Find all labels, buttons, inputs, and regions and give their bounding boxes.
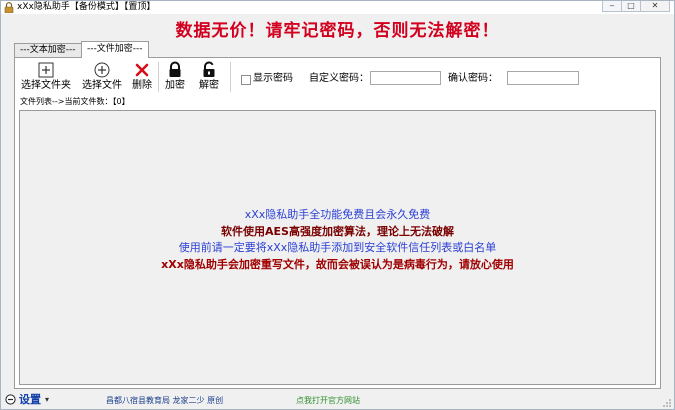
maximize-button[interactable]: □ xyxy=(621,1,641,12)
lock-app-icon xyxy=(4,2,14,13)
notice-aes: 软件使用AES高强度加密算法，理论上无法破解 xyxy=(221,225,454,238)
unlock-icon xyxy=(203,61,215,77)
encrypt-button[interactable]: 加密 xyxy=(163,61,187,92)
file-encrypt-panel: 选择文件夹 选择文件 删除 加密 解密 显示密码 自定义密码： 确认密码： 文件… xyxy=(14,57,661,389)
title-bar[interactable]: xXx隐私助手【备份模式】【置顶】 ‒ □ ✕ xyxy=(1,1,674,14)
confirm-password-label: 确认密码： xyxy=(448,73,498,84)
show-password-label: 显示密码 xyxy=(253,73,293,84)
minimize-button[interactable]: ‒ xyxy=(602,1,622,12)
warning-slogan: 数据无价！请牢记密码，否则无法解密！ xyxy=(175,21,500,41)
decrypt-button[interactable]: 解密 xyxy=(197,61,221,92)
window-controls: ‒ □ ✕ xyxy=(602,1,670,13)
footer-bar: 设置 ▾ 昌都八宿县教育局 龙家二少 原创 点我打开官方网站 xyxy=(1,391,674,409)
custom-password-input[interactable] xyxy=(370,71,441,85)
tab-file-encrypt[interactable]: ---文件加密--- xyxy=(81,41,149,58)
close-button[interactable]: ✕ xyxy=(640,1,670,12)
show-password-checkbox[interactable] xyxy=(241,75,251,85)
app-window: xXx隐私助手【备份模式】【置顶】 ‒ □ ✕ 数据无价！请牢记密码，否则无法解… xyxy=(0,0,675,410)
resize-grip-icon[interactable] xyxy=(662,398,672,408)
notice-whitelist: 使用前请一定要将xXx隐私助手添加到安全软件信任列表或白名单 xyxy=(178,241,497,254)
file-list-area[interactable]: xXx隐私助手全功能免费且会永久免费 软件使用AES高强度加密算法，理论上无法破… xyxy=(19,110,656,385)
chevron-down-icon[interactable]: ▾ xyxy=(45,394,49,406)
lock-icon xyxy=(169,61,181,77)
custom-password-label: 自定义密码： xyxy=(309,73,369,84)
add-file-icon xyxy=(94,62,110,78)
notice-virus-warning: xXx隐私助手会加密重写文件，故而会被误认为是病毒行为，请放心使用 xyxy=(161,258,514,271)
select-folder-label: 选择文件夹 xyxy=(21,80,71,91)
select-file-button[interactable]: 选择文件 xyxy=(79,61,125,92)
toolbar: 选择文件夹 选择文件 删除 加密 解密 显示密码 自定义密码： 确认密码： xyxy=(15,58,660,96)
settings-menu[interactable]: 设置 xyxy=(19,393,41,407)
delete-button[interactable]: 删除 xyxy=(129,61,155,92)
window-title: xXx隐私助手【备份模式】【置顶】 xyxy=(17,2,156,12)
decrypt-label: 解密 xyxy=(199,80,219,91)
tab-text-encrypt[interactable]: ---文本加密--- xyxy=(14,43,82,57)
author-credit: 昌都八宿县教育局 龙家二少 原创 xyxy=(106,396,224,405)
add-folder-icon xyxy=(38,62,54,78)
confirm-password-input[interactable] xyxy=(507,71,579,85)
file-count-status: 文件列表-->当前文件数：【0】 xyxy=(20,97,130,106)
toolbar-divider xyxy=(158,62,159,92)
settings-circle-icon[interactable] xyxy=(5,394,16,405)
delete-x-icon xyxy=(135,63,149,77)
notice-free: xXx隐私助手全功能免费且会永久免费 xyxy=(244,208,431,221)
delete-label: 删除 xyxy=(132,80,152,91)
encrypt-label: 加密 xyxy=(165,80,185,91)
toolbar-divider xyxy=(230,62,231,92)
select-folder-button[interactable]: 选择文件夹 xyxy=(19,61,73,92)
select-file-label: 选择文件 xyxy=(82,80,122,91)
website-link[interactable]: 点我打开官方网站 xyxy=(296,395,360,406)
